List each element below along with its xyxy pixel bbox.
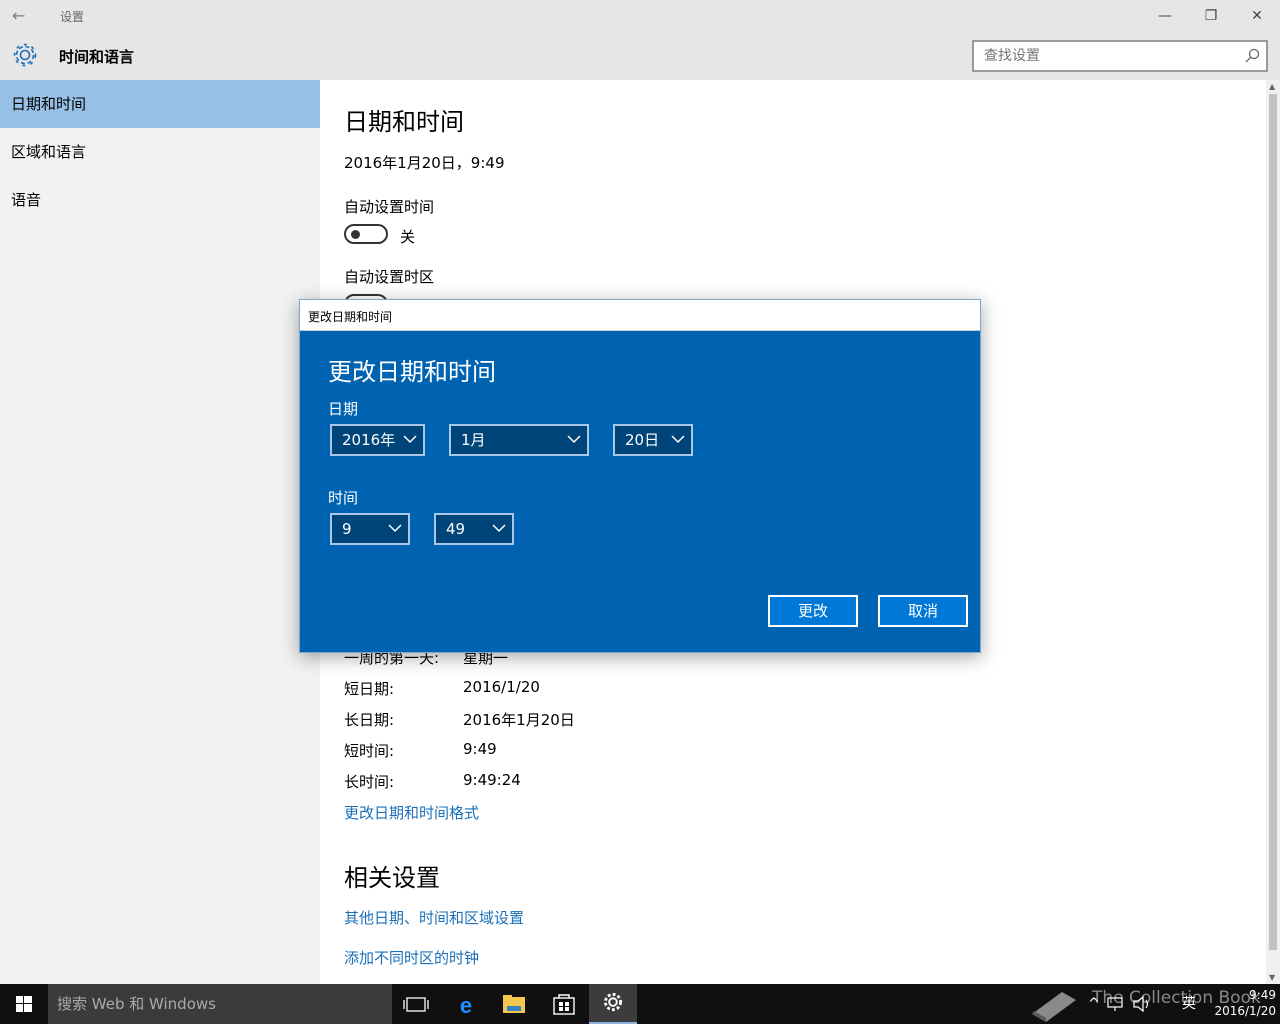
- sidebar: 日期和时间 区域和语言 语音: [0, 80, 320, 984]
- day-dropdown[interactable]: 20日: [613, 424, 693, 456]
- tray-expand-icon[interactable]: ^: [1088, 984, 1100, 1024]
- back-arrow-icon[interactable]: ←: [12, 6, 36, 26]
- dialog-heading: 更改日期和时间: [328, 358, 496, 386]
- auto-timezone-label: 自动设置时区: [344, 268, 435, 286]
- input-method-indicator[interactable]: 英: [1182, 984, 1196, 1024]
- dialog-titlebar: 更改日期和时间: [300, 300, 980, 331]
- month-dropdown[interactable]: 1月: [449, 424, 589, 456]
- minimize-button[interactable]: —: [1142, 0, 1188, 32]
- change-format-link[interactable]: 更改日期和时间格式: [344, 802, 479, 823]
- store-icon[interactable]: [540, 984, 588, 1024]
- chevron-down-icon: [567, 435, 581, 444]
- scroll-thumb[interactable]: [1269, 94, 1277, 950]
- format-key: 长日期:: [344, 711, 395, 729]
- auto-time-label: 自动设置时间: [344, 198, 435, 216]
- window-title: 设置: [60, 10, 85, 24]
- clock-time: 9:49: [1249, 988, 1276, 1002]
- scroll-down-icon[interactable]: ▼: [1269, 973, 1275, 982]
- change-button[interactable]: 更改: [768, 595, 858, 627]
- sidebar-item-date-time[interactable]: 日期和时间: [0, 80, 320, 128]
- time-label: 时间: [328, 489, 359, 507]
- auto-time-toggle[interactable]: [344, 224, 388, 244]
- format-key: 长时间:: [344, 773, 395, 791]
- year-value: 2016年: [342, 431, 396, 449]
- day-value: 20日: [625, 431, 660, 449]
- section-title: 时间和语言: [59, 48, 135, 66]
- network-icon[interactable]: [1104, 984, 1128, 1024]
- minute-dropdown[interactable]: 49: [434, 513, 514, 545]
- format-row-long-date: 长日期: 2016年1月20日: [344, 709, 744, 731]
- scroll-up-icon[interactable]: ▲: [1269, 82, 1275, 91]
- scrollbar[interactable]: ▲ ▼: [1266, 80, 1280, 984]
- cancel-button[interactable]: 取消: [878, 595, 968, 627]
- sidebar-item-speech[interactable]: 语音: [0, 176, 320, 224]
- clock-date: 2016/1/20: [1214, 1004, 1276, 1018]
- taskbar: 搜索 Web 和 Windows e The Collection Book ^…: [0, 984, 1280, 1024]
- close-button[interactable]: ✕: [1234, 0, 1280, 32]
- search-box[interactable]: [972, 40, 1268, 72]
- change-datetime-dialog: 更改日期和时间 更改日期和时间 日期 2016年 1月 20日 时间 9 49 …: [299, 299, 981, 653]
- minute-value: 49: [446, 520, 466, 538]
- format-value: 9:49: [463, 740, 497, 758]
- format-row-short-date: 短日期: 2016/1/20: [344, 678, 744, 700]
- svg-text:e: e: [460, 993, 472, 1018]
- windows-start-icon[interactable]: [0, 984, 48, 1024]
- format-row-short-time: 短时间: 9:49: [344, 740, 744, 762]
- date-label: 日期: [328, 400, 359, 418]
- format-value: 9:49:24: [463, 771, 521, 789]
- page-title: 日期和时间: [344, 108, 464, 136]
- chevron-down-icon: [388, 524, 402, 533]
- file-explorer-icon[interactable]: [490, 984, 538, 1024]
- settings-header: 时间和语言: [0, 32, 1280, 80]
- search-input[interactable]: [974, 42, 1234, 70]
- volume-icon[interactable]: [1130, 984, 1154, 1024]
- sidebar-item-region-language[interactable]: 区域和语言: [0, 128, 320, 176]
- add-clock-link[interactable]: 添加不同时区的时钟: [344, 947, 479, 968]
- hour-value: 9: [342, 520, 352, 538]
- format-row-long-time: 长时间: 9:49:24: [344, 771, 744, 793]
- related-settings-title: 相关设置: [344, 864, 440, 892]
- month-value: 1月: [461, 431, 486, 449]
- auto-time-state: 关: [400, 228, 416, 246]
- gear-icon: [13, 43, 37, 67]
- format-value: 2016年1月20日: [463, 711, 575, 729]
- edge-browser-icon[interactable]: e: [442, 984, 490, 1024]
- book-logo-icon: [1032, 992, 1076, 1022]
- format-key: 短时间:: [344, 742, 395, 760]
- hour-dropdown[interactable]: 9: [330, 513, 410, 545]
- year-dropdown[interactable]: 2016年: [330, 424, 425, 456]
- restore-button[interactable]: ❐: [1188, 0, 1234, 32]
- taskbar-clock[interactable]: 9:49 2016/1/20: [1204, 987, 1276, 1019]
- dialog-window-title: 更改日期和时间: [308, 310, 393, 324]
- format-value: 2016/1/20: [463, 678, 540, 696]
- chevron-down-icon: [671, 435, 685, 444]
- task-view-icon[interactable]: [392, 984, 440, 1024]
- chevron-down-icon: [403, 435, 417, 444]
- toggle-knob: [351, 230, 360, 239]
- format-key: 短日期:: [344, 680, 395, 698]
- other-region-settings-link[interactable]: 其他日期、时间和区域设置: [344, 907, 524, 928]
- search-icon[interactable]: [1244, 48, 1260, 64]
- taskbar-search[interactable]: 搜索 Web 和 Windows: [48, 984, 392, 1024]
- chevron-down-icon: [492, 524, 506, 533]
- title-bar: ← 设置 — ❐ ✕: [0, 0, 1280, 32]
- settings-taskbar-icon[interactable]: [589, 984, 637, 1024]
- current-datetime: 2016年1月20日，9:49: [344, 154, 505, 172]
